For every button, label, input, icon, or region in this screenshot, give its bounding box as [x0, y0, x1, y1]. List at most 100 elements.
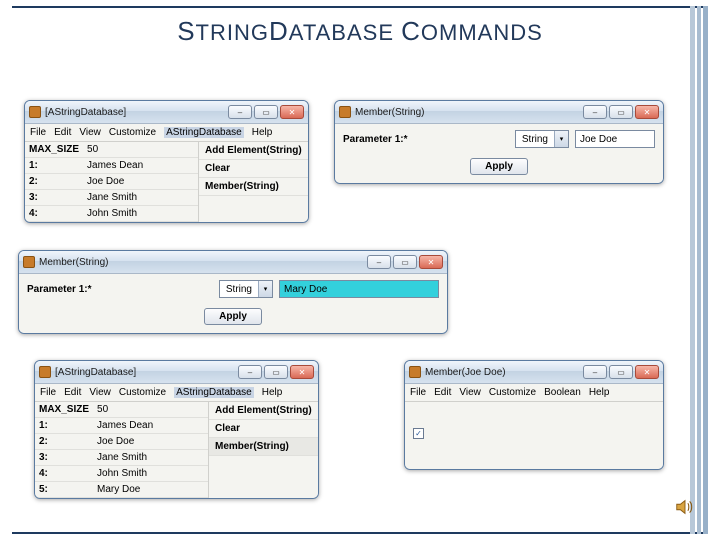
cmd-member[interactable]: Member(String) [209, 438, 318, 456]
window-astringdatabase-1: [AStringDatabase] – ▭ ✕ File Edit View C… [24, 100, 309, 223]
cmd-member[interactable]: Member(String) [199, 178, 308, 196]
window-member-string-1: Member(String) – ▭ ✕ Parameter 1:* Strin… [334, 100, 664, 184]
window-title: [AStringDatabase] [45, 107, 224, 118]
row-index: 3: [35, 450, 93, 466]
menu-edit[interactable]: Edit [64, 387, 81, 398]
row-value-field[interactable] [97, 468, 204, 479]
slide-title: STRINGDATABASE COMMANDS [0, 16, 720, 47]
menu-edit[interactable]: Edit [54, 127, 71, 138]
cmd-clear[interactable]: Clear [209, 420, 318, 438]
maximize-button[interactable]: ▭ [609, 105, 633, 119]
row-value-field[interactable] [87, 192, 194, 203]
menu-view[interactable]: View [459, 387, 481, 398]
menu-boolean[interactable]: Boolean [544, 387, 581, 398]
titlebar[interactable]: Member(Joe Doe) – ▭ ✕ [405, 361, 663, 383]
menu-file[interactable]: File [410, 387, 426, 398]
row-index: 1: [25, 158, 83, 174]
minimize-button[interactable]: – [367, 255, 391, 269]
cmd-clear[interactable]: Clear [199, 160, 308, 178]
row-value-field[interactable] [87, 160, 194, 171]
menu-view[interactable]: View [79, 127, 101, 138]
row-value-field[interactable] [97, 436, 204, 447]
window-member-string-2: Member(String) – ▭ ✕ Parameter 1:* Strin… [18, 250, 448, 334]
type-value: String [516, 134, 554, 145]
menu-file[interactable]: File [30, 127, 46, 138]
menubar[interactable]: File Edit View Customize AStringDatabase… [35, 384, 318, 402]
apply-button[interactable]: Apply [204, 308, 262, 325]
row-value-field[interactable] [97, 420, 204, 431]
chevron-down-icon[interactable]: ▾ [554, 131, 568, 147]
menu-edit[interactable]: Edit [434, 387, 451, 398]
minimize-button[interactable]: – [583, 105, 607, 119]
menu-customize[interactable]: Customize [489, 387, 536, 398]
close-button[interactable]: ✕ [635, 365, 659, 379]
menu-astringdatabase[interactable]: AStringDatabase [164, 127, 244, 138]
type-value: String [220, 284, 258, 295]
side-stripes [690, 6, 708, 534]
menu-view[interactable]: View [89, 387, 111, 398]
type-combobox[interactable]: String ▾ [515, 130, 569, 148]
menu-customize[interactable]: Customize [109, 127, 156, 138]
maximize-button[interactable]: ▭ [609, 365, 633, 379]
maxsize-field[interactable] [87, 144, 194, 155]
row-index: 2: [25, 174, 83, 190]
maximize-button[interactable]: ▭ [393, 255, 417, 269]
window-title: Member(Joe Doe) [425, 367, 579, 378]
menu-help[interactable]: Help [589, 387, 610, 398]
menubar[interactable]: File Edit View Customize Boolean Help [405, 384, 663, 402]
menu-customize[interactable]: Customize [119, 387, 166, 398]
row-value-field[interactable] [87, 176, 194, 187]
cmd-add-element[interactable]: Add Element(String) [199, 142, 308, 160]
cmd-add-element[interactable]: Add Element(String) [209, 402, 318, 420]
parameter-label: Parameter 1:* [343, 134, 407, 145]
row-index: 5: [35, 482, 93, 498]
window-title: [AStringDatabase] [55, 367, 234, 378]
titlebar[interactable]: Member(String) – ▭ ✕ [335, 101, 663, 123]
close-button[interactable]: ✕ [419, 255, 443, 269]
row-index: 3: [25, 190, 83, 206]
window-title: Member(String) [39, 257, 363, 268]
window-title: Member(String) [355, 107, 579, 118]
maxsize-label: MAX_SIZE [25, 142, 83, 158]
chevron-down-icon[interactable]: ▾ [258, 281, 272, 297]
java-icon [409, 366, 421, 378]
row-index: 4: [25, 206, 83, 222]
close-button[interactable]: ✕ [635, 105, 659, 119]
titlebar[interactable]: Member(String) – ▭ ✕ [19, 251, 447, 273]
java-icon [29, 106, 41, 118]
menu-astringdatabase[interactable]: AStringDatabase [174, 387, 254, 398]
close-button[interactable]: ✕ [280, 105, 304, 119]
apply-button[interactable]: Apply [470, 158, 528, 175]
minimize-button[interactable]: – [583, 365, 607, 379]
row-value-field[interactable] [97, 452, 204, 463]
row-index: 2: [35, 434, 93, 450]
java-icon [39, 366, 51, 378]
type-combobox[interactable]: String ▾ [219, 280, 273, 298]
window-member-result: Member(Joe Doe) – ▭ ✕ File Edit View Cus… [404, 360, 664, 470]
menu-help[interactable]: Help [252, 127, 273, 138]
menu-file[interactable]: File [40, 387, 56, 398]
minimize-button[interactable]: – [228, 105, 252, 119]
java-icon [23, 256, 35, 268]
menubar[interactable]: File Edit View Customize AStringDatabase… [25, 124, 308, 142]
minimize-button[interactable]: – [238, 365, 262, 379]
maxsize-label: MAX_SIZE [35, 402, 93, 418]
titlebar[interactable]: [AStringDatabase] – ▭ ✕ [25, 101, 308, 123]
result-checkbox[interactable]: ✓ [413, 428, 424, 439]
parameter-label: Parameter 1:* [27, 284, 91, 295]
close-button[interactable]: ✕ [290, 365, 314, 379]
row-index: 4: [35, 466, 93, 482]
window-astringdatabase-2: [AStringDatabase] – ▭ ✕ File Edit View C… [34, 360, 319, 499]
maxsize-field[interactable] [97, 404, 204, 415]
row-value-field[interactable] [97, 484, 204, 495]
maximize-button[interactable]: ▭ [254, 105, 278, 119]
maximize-button[interactable]: ▭ [264, 365, 288, 379]
menu-help[interactable]: Help [262, 387, 283, 398]
speaker-icon [674, 496, 696, 518]
titlebar[interactable]: [AStringDatabase] – ▭ ✕ [35, 361, 318, 383]
row-value-field[interactable] [87, 208, 194, 219]
java-icon [339, 106, 351, 118]
row-index: 1: [35, 418, 93, 434]
parameter-value-field[interactable] [575, 130, 655, 148]
parameter-value-field[interactable] [279, 280, 439, 298]
